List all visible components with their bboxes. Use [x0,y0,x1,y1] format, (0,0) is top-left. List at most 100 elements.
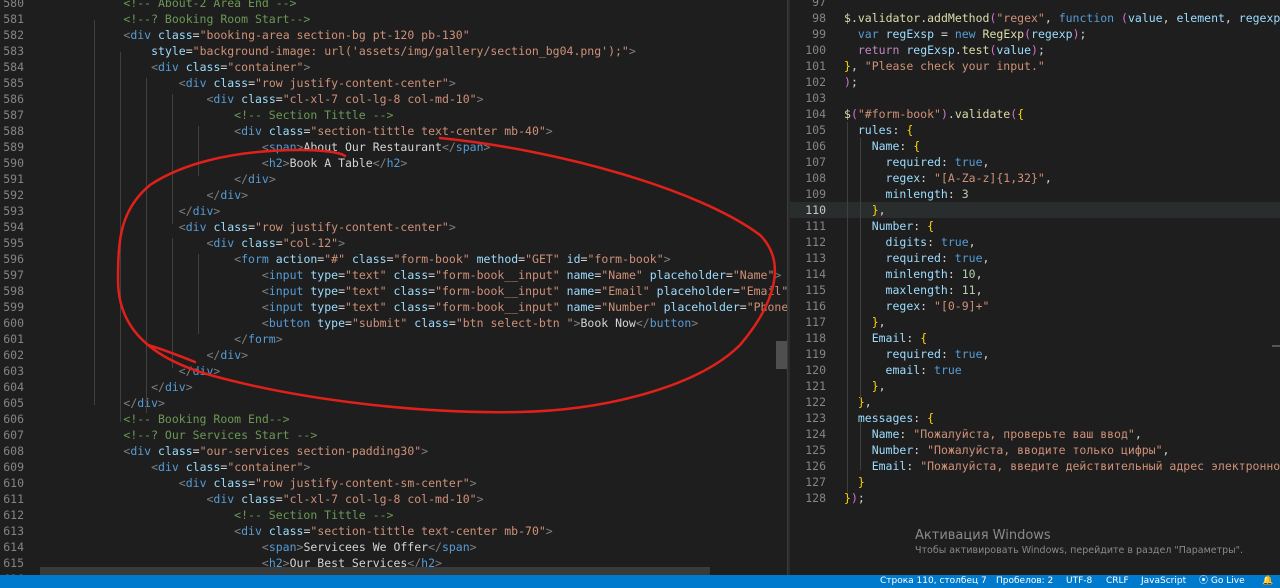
code-text[interactable]: </div> [68,187,248,203]
code-text[interactable]: </div> [68,363,221,379]
code-line[interactable]: 609 <div class="container"> [0,459,787,475]
file-encoding[interactable]: UTF-8 [1066,575,1092,588]
code-text[interactable]: }, [844,202,886,218]
code-text[interactable]: minlength: 3 [844,186,969,202]
code-line[interactable]: 605 </div> [0,395,787,411]
code-line[interactable]: 607 <!--? Our Services Start --> [0,427,787,443]
cursor-position[interactable]: Строка 110, столбец 7 [880,575,987,588]
code-line[interactable]: 127 } [790,474,1280,490]
code-text[interactable]: <div class="container"> [68,59,310,75]
code-line[interactable]: 102); [790,74,1280,90]
code-line[interactable]: 123 messages: { [790,410,1280,426]
code-text[interactable]: <input type="text" class="form-book__inp… [68,267,781,283]
code-text[interactable]: maxlength: 11, [844,282,983,298]
code-line[interactable]: 603 </div> [0,363,787,379]
code-line[interactable]: 128}); [790,490,1280,506]
left-vertical-scrollbar-thumb[interactable] [776,341,787,369]
code-line[interactable]: 611 <div class="cl-xl-7 col-lg-8 col-md-… [0,491,787,507]
code-text[interactable]: <div class="booking-area section-bg pt-1… [68,27,469,43]
code-line[interactable]: 98 $.validator.addMethod("regex", functio… [790,10,1280,26]
code-text[interactable]: email: true [844,362,962,378]
code-text[interactable]: }, "Please check your input." [844,58,1045,74]
code-text[interactable]: <div class="our-services section-padding… [68,443,428,459]
code-line[interactable]: 604 </div> [0,379,787,395]
code-line[interactable]: 585 <div class="row justify-content-cent… [0,75,787,91]
code-line[interactable]: 103 [790,90,1280,106]
code-line[interactable]: 590 <h2>Book A Table</h2> [0,155,787,171]
code-text[interactable]: <span>Servicees We Offer</span> [68,539,477,555]
code-line[interactable]: 591 </div> [0,171,787,187]
code-text[interactable]: <!-- Section Tittle --> [68,507,393,523]
left-horizontal-scrollbar[interactable] [40,567,710,575]
code-line[interactable]: 587 <!-- Section Tittle --> [0,107,787,123]
code-line[interactable]: 584 <div class="container"> [0,59,787,75]
code-text[interactable]: <!--? Booking Room Start--> [68,11,310,27]
code-text[interactable]: <input type="text" class="form-book__inp… [68,283,787,299]
code-text[interactable]: </div> [68,379,193,395]
code-line[interactable]: 601 </form> [0,331,787,347]
code-line[interactable]: 600 <button type="submit" class="btn sel… [0,315,787,331]
left-editor-pane[interactable]: 580 <!-- About-2 Area End --> 581 <!--? B… [0,0,787,575]
code-text[interactable]: <!-- Booking Room End--> [68,411,289,427]
code-line[interactable]: 594 <div class="row justify-content-cent… [0,219,787,235]
code-line[interactable]: 595 <div class="col-12"> [0,235,787,251]
code-line[interactable]: 107 required: true, [790,154,1280,170]
code-text[interactable]: </div> [68,347,248,363]
code-line[interactable]: 606 <!-- Booking Room End--> [0,411,787,427]
code-text[interactable]: }, [844,314,886,330]
code-text[interactable]: required: true, [844,154,990,170]
code-text[interactable]: <button type="submit" class="btn select-… [68,315,698,331]
code-line[interactable]: 109 minlength: 3 [790,186,1280,202]
code-line[interactable]: 115 maxlength: 11, [790,282,1280,298]
code-text[interactable]: return regExsp.test(value); [844,42,1045,58]
code-text[interactable]: </div> [68,395,165,411]
code-line[interactable]: 120 email: true [790,362,1280,378]
code-line[interactable]: 125 Number: "Пожалуйста, вводите только … [790,442,1280,458]
code-text[interactable]: required: true, [844,346,990,362]
code-text[interactable]: <div class="row justify-content-center"> [68,219,456,235]
code-line[interactable]: 612 <!-- Section Tittle --> [0,507,787,523]
code-line[interactable]: 608 <div class="our-services section-pad… [0,443,787,459]
code-text[interactable]: <div class="cl-xl-7 col-lg-8 col-md-10"> [68,491,483,507]
code-line[interactable]: 121 }, [790,378,1280,394]
code-text[interactable]: digits: true, [844,234,976,250]
code-line[interactable]: 588 <div class="section-tittle text-cent… [0,123,787,139]
code-line[interactable]: 97 [790,0,1280,10]
code-line[interactable]: 100 return regExsp.test(value); [790,42,1280,58]
indentation-setting[interactable]: Пробелов: 2 [996,575,1053,588]
code-text[interactable]: <div class="col-12"> [68,235,345,251]
code-line[interactable]: 581 <!--? Booking Room Start--> [0,11,787,27]
code-line[interactable]: 106 Name: { [790,138,1280,154]
code-text[interactable]: messages: { [844,410,934,426]
code-line[interactable]: 114 minlength: 10, [790,266,1280,282]
code-line[interactable]: 586 <div class="cl-xl-7 col-lg-8 col-md-… [0,91,787,107]
right-editor-pane[interactable]: 97 98 $.validator.addMethod("regex", funct… [790,0,1280,575]
code-text[interactable]: <span>About Our Restaurant</span> [68,139,491,155]
code-line[interactable]: 124 Name: "Пожалуйста, проверьте ваш вво… [790,426,1280,442]
code-text[interactable]: }, [844,378,886,394]
code-line[interactable]: 101}, "Please check your input." [790,58,1280,74]
code-line[interactable]: 110 }, [790,202,1280,218]
code-line[interactable]: 118 Email: { [790,330,1280,346]
code-line[interactable]: 614 <span>Servicees We Offer</span> [0,539,787,555]
code-text[interactable]: <!-- About-2 Area End --> [68,0,296,11]
code-text[interactable]: <div class="cl-xl-7 col-lg-8 col-md-10"> [68,91,483,107]
code-line[interactable]: 597 <input type="text" class="form-book_… [0,267,787,283]
code-text[interactable]: <input type="text" class="form-book__inp… [68,299,787,315]
code-text[interactable]: ); [844,74,858,90]
code-line[interactable]: 108 regex: "[A-Za-z]{1,32}", [790,170,1280,186]
code-line[interactable]: 602 </div> [0,347,787,363]
code-line[interactable]: 99 var regExsp = new RegExp(regexp); [790,26,1280,42]
code-text[interactable]: <!-- Section Tittle --> [68,107,393,123]
code-text[interactable]: <!--? Our Services Start --> [68,427,317,443]
code-text[interactable]: Number: { [844,218,934,234]
code-text[interactable]: Name: "Пожалуйста, проверьте ваш ввод", [844,426,1142,442]
code-text[interactable]: <div class="row justify-content-sm-cente… [68,475,477,491]
code-line[interactable]: 122 }, [790,394,1280,410]
code-text[interactable]: $("#form-book").validate({ [844,106,1024,122]
code-line[interactable]: 119 required: true, [790,346,1280,362]
code-line[interactable]: 113 required: true, [790,250,1280,266]
code-line[interactable]: 589 <span>About Our Restaurant</span> [0,139,787,155]
code-text[interactable]: style="background-image: url('assets/img… [68,43,636,59]
code-line[interactable]: 592 </div> [0,187,787,203]
